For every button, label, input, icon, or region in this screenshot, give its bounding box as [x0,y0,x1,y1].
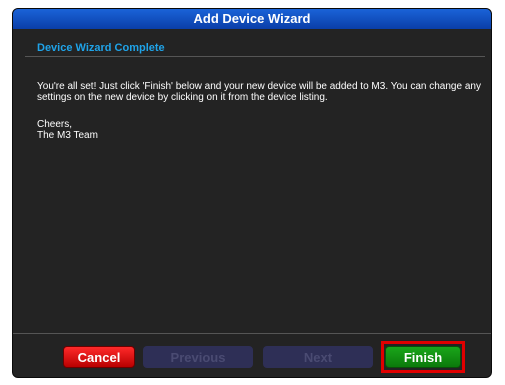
finish-highlight-box [381,341,465,373]
dialog-title: Add Device Wizard [193,11,311,26]
closing-text: Cheers, [37,119,73,130]
section-title: Device Wizard Complete [37,42,165,54]
signature-text: The M3 Team [37,130,98,141]
completion-message: You're all set! Just click 'Finish' belo… [37,81,481,103]
cancel-button[interactable]: Cancel [63,346,135,368]
signoff: Cheers, The M3 Team [37,119,98,141]
previous-button[interactable]: Previous [143,346,253,368]
section-header: Device Wizard Complete [25,39,485,57]
dialog-footer: Cancel Previous Next Finish [13,333,491,377]
wizard-dialog: Add Device Wizard Device Wizard Complete… [12,8,492,378]
dialog-titlebar: Add Device Wizard [13,9,491,29]
next-button[interactable]: Next [263,346,373,368]
